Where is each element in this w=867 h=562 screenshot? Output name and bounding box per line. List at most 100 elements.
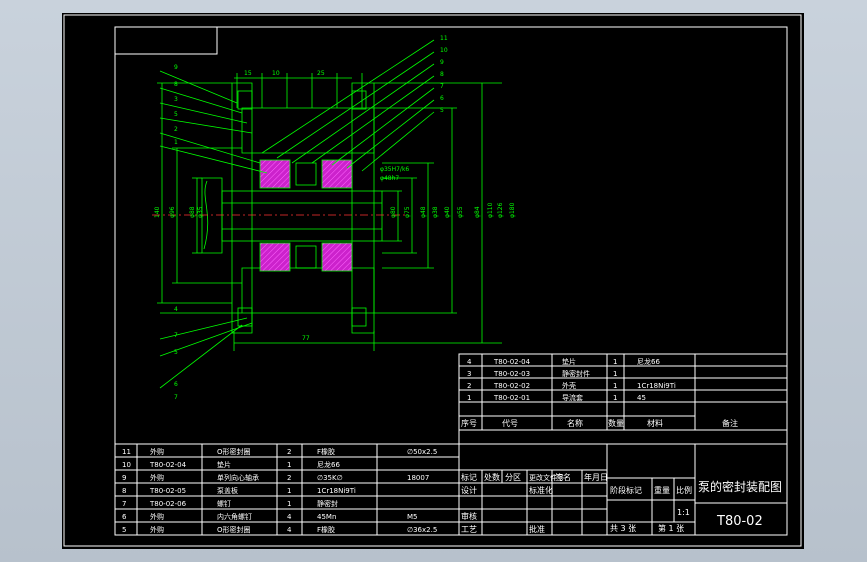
upper-row-material: 尼龙66: [637, 357, 660, 366]
hdr-remark: 备注: [722, 418, 738, 428]
lower-row-qty: 4: [287, 526, 292, 534]
upper-row-name: 静密封件: [562, 369, 590, 378]
lower-row-remark: M5: [407, 513, 418, 521]
callout-number: 8: [174, 81, 178, 88]
callout-number: 5: [440, 107, 444, 114]
lower-row-qty: 1: [287, 487, 291, 495]
label-standard: 标准化: [529, 485, 553, 495]
label-marks: 标记: [461, 472, 477, 482]
upper-row-qty: 1: [613, 358, 617, 366]
upper-row-name: 垫片: [562, 357, 576, 366]
hdr-name: 名称: [567, 418, 583, 428]
dimension-vertical: φ48: [420, 206, 427, 218]
lower-row-material: 45Mn: [317, 513, 336, 521]
dimension-vertical: φ96: [169, 206, 176, 218]
scale-value: 1:1: [677, 508, 690, 517]
callout-number: 1: [174, 139, 178, 146]
label-process: 工艺: [461, 525, 477, 534]
callout-number: 3: [174, 96, 178, 103]
label-scale: 比例: [676, 485, 692, 495]
lower-row-name: 螺钉: [217, 499, 231, 508]
lower-row-no: 6: [122, 513, 127, 521]
cad-drawing: 98352147567 111098765 15 10 2577140 φ96 φ88 φ…: [63, 14, 802, 547]
hdr-no: 序号: [461, 418, 477, 428]
lower-row-qty: 1: [287, 500, 291, 508]
lower-row-code: 外购: [150, 525, 164, 534]
upper-row-no: 4: [467, 358, 472, 366]
label-sign: 签名: [555, 472, 571, 482]
lower-row-remark: ∅50x2.5: [407, 448, 437, 456]
cad-viewport[interactable]: 98352147567 11 10 9 8 7 6 5 15 10 25 77 140 φ96 φ88 φ…: [62, 13, 804, 549]
label-approve: 批准: [529, 524, 545, 534]
dimension-horizontal: 15: [244, 70, 252, 77]
upper-row-qty: 1: [613, 370, 617, 378]
label-stage: 阶段标记: [610, 485, 642, 495]
lower-row-material: F橡胶: [317, 525, 335, 534]
dimension-vertical: φ126: [497, 202, 504, 218]
lower-row-name: 泵盖板: [217, 486, 238, 495]
lower-row-material: F橡胶: [317, 447, 335, 456]
upper-row-name: 导流套: [562, 393, 583, 402]
dimension-labels: 15 10 2577140 φ96 φ88 φ35 φ80 φ75 φ48 φ38 φ40 φ55 φ8…: [154, 70, 516, 342]
code-box: [114, 26, 218, 55]
upper-row-material: 1Cr18Ni9Ti: [637, 382, 676, 390]
callout-number: 9: [174, 64, 178, 71]
callouts-right: 11 10 9 8 7 6 5: [440, 35, 448, 114]
label-count: 处数: [484, 472, 500, 482]
lower-row-code: T80-02-05: [149, 487, 186, 495]
lower-row-material: ∅35K∅: [317, 474, 343, 482]
upper-row-no: 1: [467, 394, 471, 402]
dimension-vertical: φ180: [509, 202, 516, 218]
upper-row-material: 45: [637, 394, 646, 402]
lower-row-material: 1Cr18Ni9Ti: [317, 487, 356, 495]
lower-row-remark: 18007: [407, 474, 429, 482]
dimension-vertical: φ110: [487, 202, 494, 218]
sheet-number: 第 1 张: [658, 523, 684, 533]
dimension-note: φ35H7/k6: [380, 166, 409, 173]
lower-row-code: 外购: [150, 447, 164, 456]
lower-row-no: 7: [122, 500, 126, 508]
callout-number: 7: [440, 83, 444, 90]
lower-row-no: 8: [122, 487, 126, 495]
dimension-vertical: φ38: [432, 206, 439, 218]
lower-row-code: 外购: [150, 512, 164, 521]
sheets-total: 共 3 张: [610, 524, 636, 533]
dimension-horizontal: 10: [272, 70, 280, 77]
lower-row-code: T80-02-06: [149, 500, 187, 508]
callout-number: 11: [440, 35, 448, 42]
drawing-code: T80-02: [716, 514, 763, 529]
lower-row-qty: 1: [287, 461, 291, 469]
lower-row-remark: ∅36x2.5: [407, 526, 437, 534]
lower-row-no: 9: [122, 474, 126, 482]
upper-row-code: T80-02-01: [493, 394, 530, 402]
lower-row-no: 11: [122, 448, 131, 456]
callout-number: 4: [174, 306, 178, 313]
upper-row-code: T80-02-04: [493, 358, 531, 366]
dimension-vertical: φ40: [444, 206, 451, 218]
dimension-vertical: φ75: [404, 206, 411, 218]
lower-row-no: 10: [122, 461, 131, 469]
lower-row-material: 尼龙66: [317, 460, 340, 469]
callout-number: 6: [440, 95, 444, 102]
dimension-vertical: 140: [154, 206, 161, 218]
dimension-vertical: φ35: [197, 206, 204, 218]
lower-row-qty: 2: [287, 474, 291, 482]
lower-row-name: O形密封圈: [217, 525, 251, 534]
dimension-vertical: φ84: [474, 206, 481, 218]
lower-row-material: 静密封: [317, 499, 338, 508]
lower-row-name: 单列向心轴承: [217, 473, 259, 482]
lower-row-qty: 2: [287, 448, 291, 456]
hdr-qty: 数量: [608, 418, 624, 428]
label-date: 年月日: [584, 472, 608, 482]
dimension-vertical: φ80: [390, 206, 397, 218]
hdr-code: 代号: [502, 418, 518, 428]
upper-row-qty: 1: [613, 382, 617, 390]
upper-row-name: 外壳: [562, 381, 576, 390]
label-check: 审核: [461, 511, 477, 521]
callout-number: 6: [174, 381, 178, 388]
upper-row-code: T80-02-03: [493, 370, 530, 378]
lower-row-no: 5: [122, 526, 126, 534]
upper-row-no: 2: [467, 382, 471, 390]
callout-number: 2: [174, 126, 178, 133]
inner-frame: [114, 26, 788, 536]
